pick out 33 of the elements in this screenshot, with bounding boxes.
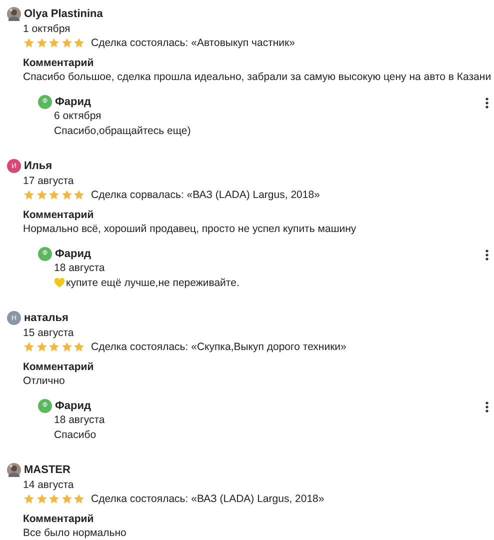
author-name: Фарид — [55, 398, 91, 413]
reply-date: 18 августа — [54, 261, 106, 276]
comment-label: Комментарий — [23, 512, 95, 526]
comment-label: Комментарий — [23, 56, 95, 70]
deal-status: Сделка сорвалась: «ВАЗ (LADA) Largus, 2018» — [91, 188, 320, 202]
comment-label: Комментарий — [23, 360, 95, 374]
review-date: 14 августа — [23, 478, 75, 492]
comment-label: Комментарий — [23, 208, 95, 222]
more-menu-icon[interactable] — [485, 400, 489, 412]
reply-text: Спасибо — [54, 428, 96, 442]
author-name: Илья — [24, 159, 52, 174]
reply-text: купите ещё лучше,не переживайте. — [66, 276, 240, 290]
author-name: MASTER — [24, 463, 70, 478]
comment-text: Отлично — [23, 374, 66, 388]
author-name: наталья — [24, 311, 68, 326]
comment-text: Спасибо большое, сделка прошла идеально, забрали за самую высокую цену на авто в Казани — [23, 70, 492, 84]
deal-status: Сделка состоялась: «Скупка,Выкуп дорого техники» — [91, 340, 346, 354]
author-name: Фарид — [55, 246, 91, 261]
review-date: 15 августа — [23, 326, 75, 340]
review-date: 17 августа — [23, 174, 75, 188]
deal-status: Сделка состоялась: «ВАЗ (LADA) Largus, 2018» — [91, 492, 324, 506]
reply-text: Спасибо,обращайтесь еще) — [54, 124, 191, 138]
more-menu-icon[interactable] — [485, 248, 489, 260]
reply-date: 18 августа — [54, 413, 106, 428]
reply-date: 6 октября — [54, 109, 102, 124]
heart-icon — [54, 278, 65, 288]
author-name: Фарид — [55, 94, 91, 109]
more-menu-icon[interactable] — [485, 96, 489, 108]
author-name: Olya Plastinina — [24, 7, 103, 22]
deal-status: Сделка состоялась: «Автовыкуп частник» — [91, 36, 295, 50]
comment-text: Все было нормально — [23, 526, 128, 540]
review-date: 1 октября — [23, 22, 72, 36]
comment-text: Нормально всё, хороший продавец, просто не успел купить машину — [23, 222, 358, 236]
